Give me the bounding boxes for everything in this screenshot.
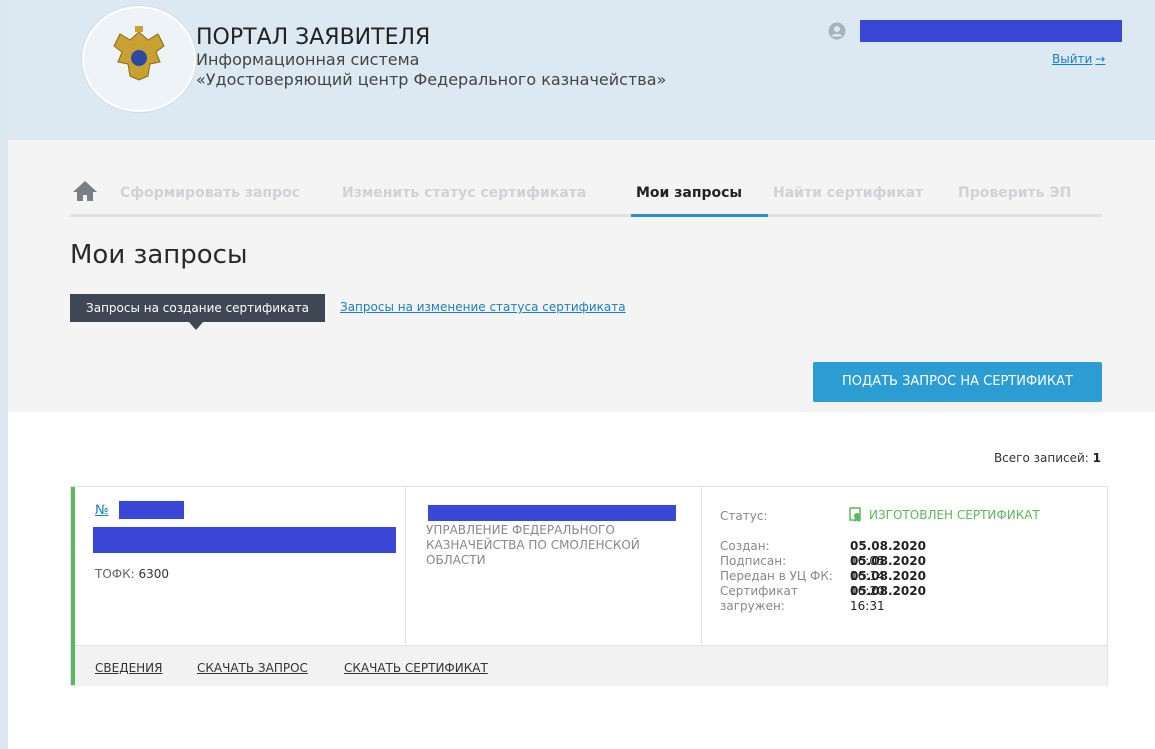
tab-create-requests[interactable]: Запросы на создание сертификата (70, 294, 325, 322)
nav-item-my-requests[interactable]: Мои запросы (636, 185, 742, 201)
portal-subtitle-2: «Удостоверяющий центр Федерального казна… (196, 70, 667, 89)
portal-subtitle-1: Информационная система (196, 50, 420, 69)
request-number-link[interactable]: № (95, 503, 109, 518)
user-name-redacted (860, 20, 1122, 42)
applicant-name-redacted (93, 527, 396, 553)
tab-status-change-requests[interactable]: Запросы на изменение статуса сертификата (340, 300, 626, 314)
details-link[interactable]: СВЕДЕНИЯ (95, 661, 163, 675)
certificate-icon (849, 507, 861, 522)
left-edge-strip (0, 0, 8, 749)
nav-item-create-request[interactable]: Сформировать запрос (120, 185, 300, 201)
status-column: Статус: ИЗГОТОВЛЕН СЕРТИФИКАТ Создан: 05… (720, 507, 1040, 613)
nav-item-find-certificate[interactable]: Найти сертификат (773, 185, 923, 201)
logo[interactable] (82, 6, 196, 112)
logout-link[interactable]: Выйти → (1052, 52, 1105, 66)
tofk-info: ТОФК: 6300 (95, 567, 170, 581)
request-card: № ТОФК: 6300 УПРАВЛЕНИЕ ФЕДЕРАЛЬНОГО КАЗ… (70, 486, 1108, 686)
nav-item-verify-signature[interactable]: Проверить ЭП (958, 185, 1071, 201)
nav-item-change-status[interactable]: Изменить статус сертификата (342, 185, 586, 201)
coat-of-arms-icon (113, 26, 165, 81)
total-records: Всего записей: 1 (993, 451, 1101, 465)
tofk-value: 6300 (138, 567, 170, 581)
organization-redacted (428, 505, 676, 521)
user-icon (828, 22, 846, 40)
total-records-count: 1 (1092, 451, 1101, 465)
page-title: Мои запросы (70, 240, 248, 270)
status-badge: ИЗГОТОВЛЕН СЕРТИФИКАТ (849, 507, 1040, 523)
nav-active-indicator (631, 214, 768, 217)
download-certificate-link[interactable]: СКАЧАТЬ СЕРТИФИКАТ (344, 661, 488, 675)
arrow-right-icon: → (1095, 52, 1106, 66)
submit-certificate-request-button[interactable]: ПОДАТЬ ЗАПРОС НА СЕРТИФИКАТ (813, 362, 1102, 402)
request-id-column: № ТОФК: 6300 (75, 487, 406, 645)
tab-pointer (189, 322, 203, 330)
status-label: Статус: (720, 509, 768, 523)
download-request-link[interactable]: СКАЧАТЬ ЗАПРОС (197, 661, 308, 675)
portal-title-block: ПОРТАЛ ЗАЯВИТЕЛЯ Информационная система … (196, 26, 666, 90)
main-nav: Сформировать запрос Изменить статус серт… (70, 180, 1102, 217)
organization-column: УПРАВЛЕНИЕ ФЕДЕРАЛЬНОГО КАЗНАЧЕЙСТВА ПО … (406, 487, 702, 645)
organization-name: УПРАВЛЕНИЕ ФЕДЕРАЛЬНОГО КАЗНАЧЕЙСТВА ПО … (426, 523, 640, 567)
request-number-redacted (119, 501, 184, 519)
portal-header: ПОРТАЛ ЗАЯВИТЕЛЯ Информационная система … (8, 0, 1155, 140)
home-icon[interactable] (72, 180, 98, 202)
request-actions: СВЕДЕНИЯ СКАЧАТЬ ЗАПРОС СКАЧАТЬ СЕРТИФИК… (75, 645, 1107, 686)
portal-title: ПОРТАЛ ЗАЯВИТЕЛЯ (196, 25, 431, 50)
